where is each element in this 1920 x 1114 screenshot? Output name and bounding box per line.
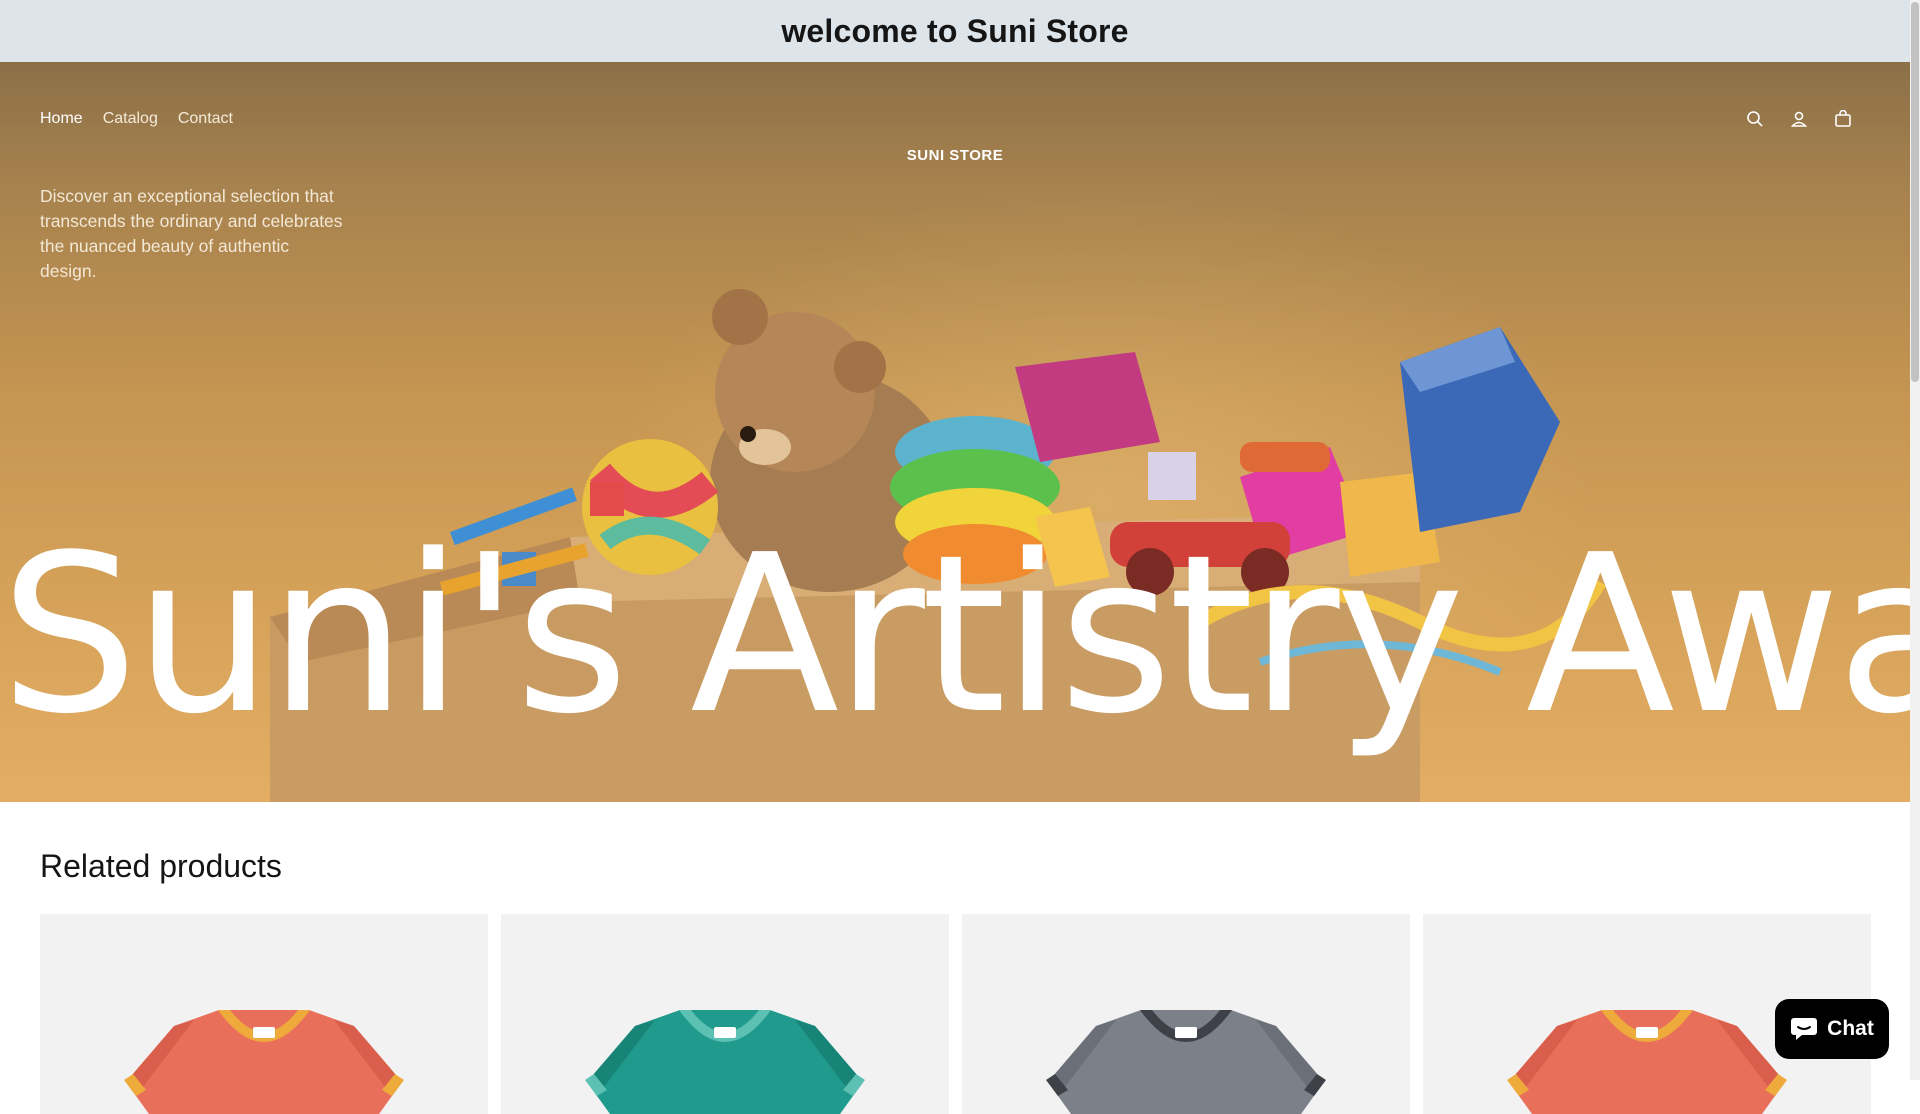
- scrollbar-thumb[interactable]: [1911, 2, 1919, 382]
- tshirt-body: [1048, 1010, 1324, 1114]
- tshirt-tag: [253, 1027, 275, 1038]
- nav-contact-link[interactable]: Contact: [178, 110, 233, 128]
- chat-button[interactable]: Chat: [1775, 999, 1889, 1059]
- product-card[interactable]: [962, 914, 1410, 1114]
- chat-bubble-icon: [1791, 1018, 1818, 1040]
- hero-headline: Suni's Artistry Awaits: [0, 509, 1910, 762]
- product-card[interactable]: [501, 914, 949, 1114]
- announcement-bar: welcome to Suni Store: [0, 0, 1910, 62]
- cart-icon[interactable]: [1832, 108, 1854, 130]
- tshirt-image: [124, 1010, 404, 1114]
- nav-home-link[interactable]: Home: [40, 110, 83, 128]
- hero-tagline: Discover an exceptional selection that t…: [40, 185, 343, 281]
- header-icons: [1744, 108, 1854, 130]
- chat-label: Chat: [1827, 1017, 1874, 1040]
- store-logo[interactable]: SUNI STORE: [0, 147, 1910, 164]
- related-products-title: Related products: [40, 848, 282, 884]
- product-card[interactable]: [40, 914, 488, 1114]
- tshirt-image: [1046, 1010, 1326, 1114]
- tshirt-body: [587, 1010, 863, 1114]
- account-icon[interactable]: [1788, 108, 1810, 130]
- nav-catalog-link[interactable]: Catalog: [103, 110, 158, 128]
- announcement-text: welcome to Suni Store: [781, 12, 1129, 49]
- tshirt-tag: [1175, 1027, 1197, 1038]
- tshirt-tag: [1636, 1027, 1658, 1038]
- tshirt-body: [126, 1010, 402, 1114]
- related-products-list: [40, 914, 1871, 1114]
- tshirt-image: [585, 1010, 865, 1114]
- page-scrollbar[interactable]: [1910, 0, 1920, 1080]
- hero-banner: Home Catalog Contact SUNI STORE Discover…: [0, 62, 1910, 802]
- search-icon[interactable]: [1744, 108, 1766, 130]
- tshirt-body: [1509, 1010, 1785, 1114]
- tshirt-tag: [714, 1027, 736, 1038]
- main-nav: Home Catalog Contact: [40, 110, 233, 128]
